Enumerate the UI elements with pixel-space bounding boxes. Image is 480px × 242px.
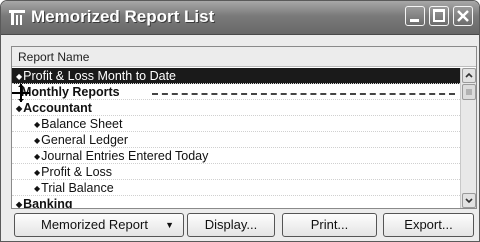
vertical-scrollbar[interactable] (460, 68, 476, 208)
report-rows: ◆Profit & Loss Month to Date Monthly Rep… (12, 68, 460, 209)
maximize-icon (433, 9, 445, 22)
list-group-dragging[interactable]: Monthly Reports (12, 84, 460, 102)
minimize-icon (410, 19, 419, 22)
close-button[interactable] (453, 6, 473, 26)
memorized-report-menu-button[interactable]: Memorized Report ▼ (14, 213, 184, 237)
diamond-icon: ◆ (34, 120, 41, 129)
minimize-button[interactable] (405, 6, 425, 26)
report-list[interactable]: Report Name ◆Profit & Loss Month to Date… (11, 46, 477, 209)
maximize-button[interactable] (429, 6, 449, 26)
list-item-label: Profit & Loss (41, 165, 113, 179)
column-header-report-name[interactable]: Report Name (12, 47, 476, 67)
title-bar[interactable]: Memorized Report List (1, 1, 479, 35)
scroll-up-button[interactable] (462, 68, 476, 83)
window-title: Memorized Report List (31, 7, 215, 26)
diamond-icon: ◆ (16, 104, 23, 113)
list-item[interactable]: ◆Balance Sheet (12, 116, 460, 132)
close-icon (457, 10, 469, 22)
list-group[interactable]: ◆Banking (12, 196, 460, 209)
export-button[interactable]: Export... (383, 213, 474, 237)
dropdown-arrow-icon: ▼ (165, 220, 174, 230)
app-icon (9, 10, 25, 25)
chevron-down-icon (465, 198, 473, 204)
list-item-label: Accountant (23, 101, 92, 115)
list-item[interactable]: ◆General Ledger (12, 132, 460, 148)
scroll-thumb[interactable] (462, 84, 476, 100)
list-item-label: Monthly Reports (21, 85, 120, 99)
diamond-icon: ◆ (34, 168, 41, 177)
diamond-icon: ◆ (34, 136, 41, 145)
button-bar: Memorized Report ▼ Display... Print... E… (1, 213, 479, 239)
print-button[interactable]: Print... (282, 213, 377, 237)
display-button[interactable]: Display... (187, 213, 275, 237)
list-item-label: Profit & Loss Month to Date (23, 69, 177, 83)
list-item-label: Trial Balance (41, 181, 114, 195)
memorized-report-list-window: Memorized Report List Report Name ◆Profi… (0, 0, 480, 242)
diamond-icon: ◆ (16, 72, 23, 81)
list-item[interactable]: ◆Profit & Loss (12, 164, 460, 180)
memorized-report-label: Memorized Report (41, 217, 148, 232)
scroll-down-button[interactable] (462, 193, 476, 208)
list-item[interactable]: ◆Journal Entries Entered Today (12, 148, 460, 164)
diamond-icon: ◆ (34, 184, 41, 193)
list-item-label: Journal Entries Entered Today (41, 149, 209, 163)
list-item-label: Banking (23, 197, 73, 209)
diamond-icon: ◆ (34, 152, 41, 161)
chevron-up-icon (465, 72, 473, 78)
drag-insert-line (152, 93, 455, 95)
list-item-label: General Ledger (41, 133, 129, 147)
diamond-icon: ◆ (16, 200, 23, 209)
list-item[interactable]: ◆Trial Balance (12, 180, 460, 196)
grip-icon (466, 89, 472, 95)
list-item-label: Balance Sheet (41, 117, 123, 131)
list-item[interactable]: ◆Profit & Loss Month to Date (12, 68, 460, 84)
list-group[interactable]: ◆Accountant (12, 100, 460, 116)
